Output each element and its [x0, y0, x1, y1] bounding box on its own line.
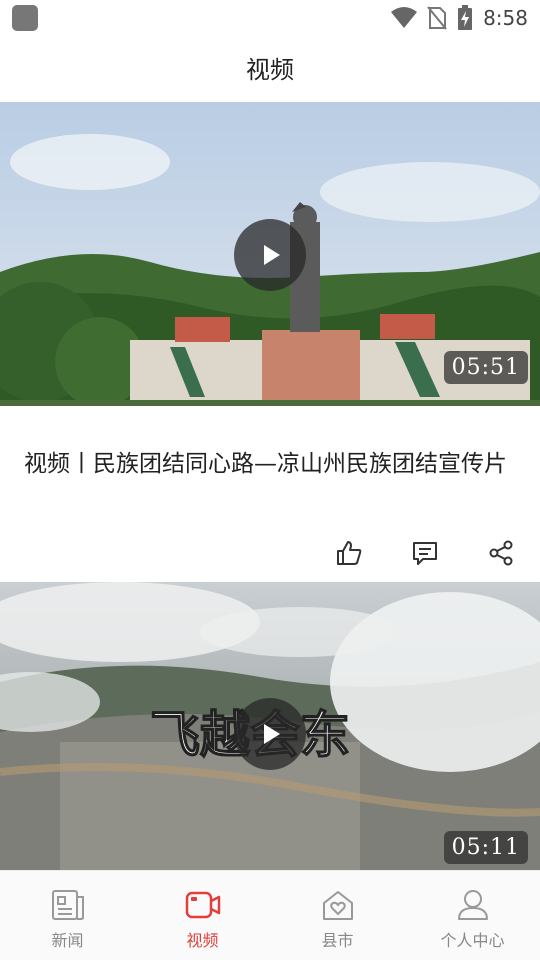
comment-button[interactable]	[410, 538, 440, 568]
wifi-icon	[391, 7, 418, 28]
clock: 8:58	[483, 6, 528, 30]
video-duration: 05:51	[443, 351, 528, 384]
nav-item-news[interactable]: 新闻	[0, 871, 135, 960]
comment-icon	[413, 542, 437, 565]
play-button[interactable]	[234, 219, 306, 291]
news-icon	[51, 890, 84, 920]
video-thumbnail[interactable]: 飞越会东 05:11	[0, 582, 540, 870]
video-title[interactable]: 视频丨民族团结同心路—凉山州民族团结宣传片	[24, 446, 516, 482]
profile-icon	[457, 890, 488, 920]
battery-charging-icon	[458, 5, 473, 30]
play-icon	[264, 724, 280, 744]
page-title: 视频	[246, 56, 294, 84]
bottom-navigation: 新闻 视频 县市 个人中心	[0, 870, 540, 960]
nav-label-county: 县市	[321, 931, 354, 950]
no-sim-icon	[427, 6, 447, 30]
like-button[interactable]	[334, 538, 364, 568]
nav-label-video: 视频	[186, 931, 219, 950]
nav-item-profile[interactable]: 个人中心	[405, 871, 540, 960]
play-icon	[264, 245, 280, 265]
nav-item-county[interactable]: 县市	[270, 871, 405, 960]
app-notification-icon	[12, 5, 38, 31]
share-button[interactable]	[486, 538, 516, 568]
nav-label-news: 新闻	[51, 931, 84, 950]
nav-item-video[interactable]: 视频	[135, 871, 270, 960]
play-button[interactable]	[234, 698, 306, 770]
video-duration: 05:11	[443, 831, 528, 864]
nav-label-profile: 个人中心	[440, 931, 505, 950]
status-bar: 8:58	[0, 0, 540, 36]
video-actions	[334, 538, 516, 568]
share-icon	[489, 540, 513, 566]
video-thumbnail[interactable]: 05:51	[0, 102, 540, 406]
thumbs-up-icon	[337, 541, 362, 565]
county-home-icon	[322, 891, 353, 920]
video-icon	[185, 891, 220, 919]
